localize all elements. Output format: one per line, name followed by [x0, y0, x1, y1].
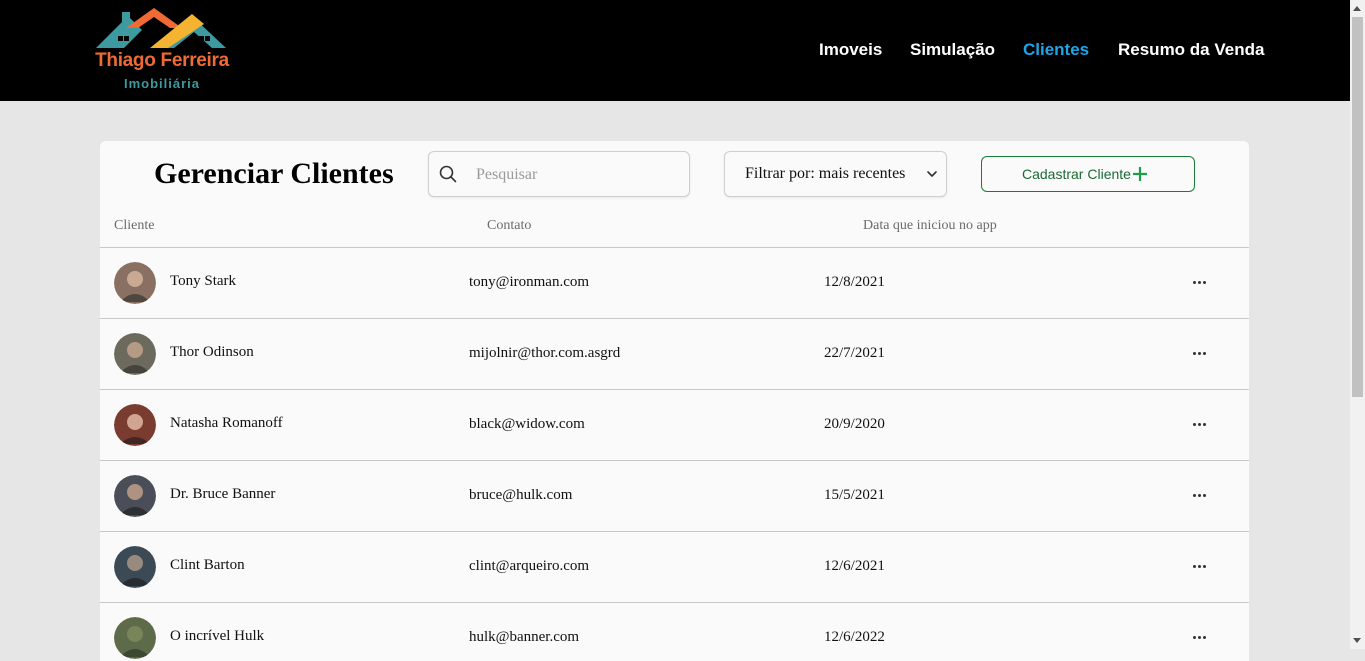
table-row[interactable]: O incrível Hulk hulk@banner.com 12/6/202… — [100, 602, 1249, 661]
column-header-client: Cliente — [114, 218, 155, 233]
nav-item-resumo-da-venda[interactable]: Resumo da Venda — [1118, 40, 1264, 60]
client-name: Thor Odinson — [170, 344, 254, 360]
client-date: 15/5/2021 — [824, 487, 885, 503]
client-email: hulk@banner.com — [469, 629, 580, 645]
house-roof-icon — [96, 8, 226, 48]
plus-icon — [1133, 167, 1147, 181]
nav-item-clientes[interactable]: Clientes — [1023, 40, 1089, 60]
top-navbar: Thiago Ferreira Imobiliária Imoveis Simu… — [0, 0, 1350, 101]
client-email: tony@ironman.com — [469, 274, 590, 290]
client-name: Tony Stark — [170, 273, 237, 289]
page-title: Gerenciar Clientes — [154, 157, 394, 190]
more-options-icon[interactable] — [1190, 343, 1210, 363]
avatar — [114, 617, 156, 659]
avatar — [114, 404, 156, 446]
table-row[interactable]: Dr. Bruce Banner bruce@hulk.com 15/5/202… — [100, 460, 1249, 531]
client-date: 22/7/2021 — [824, 345, 885, 361]
client-name: Clint Barton — [170, 557, 245, 573]
scroll-up-arrow-icon[interactable] — [1353, 6, 1361, 11]
nav-item-simulacao[interactable]: Simulação — [910, 40, 995, 60]
client-date: 12/6/2021 — [824, 558, 885, 574]
search-input[interactable] — [474, 163, 678, 187]
more-options-icon[interactable] — [1190, 272, 1210, 292]
client-email: clint@arqueiro.com — [469, 558, 590, 574]
vertical-scrollbar[interactable] — [1350, 0, 1365, 649]
client-date: 12/6/2022 — [824, 629, 885, 645]
client-email: bruce@hulk.com — [469, 487, 573, 503]
client-name: O incrível Hulk — [170, 628, 265, 644]
client-date: 12/8/2021 — [824, 274, 885, 290]
table-row[interactable]: Clint Barton clint@arqueiro.com 12/6/202… — [100, 531, 1249, 602]
avatar — [114, 475, 156, 517]
chevron-down-icon — [927, 171, 937, 177]
scrollbar-thumb[interactable] — [1352, 17, 1363, 397]
more-options-icon[interactable] — [1190, 556, 1210, 576]
search-icon — [439, 165, 457, 183]
avatar — [114, 546, 156, 588]
add-client-button[interactable]: Cadastrar Cliente — [981, 156, 1195, 192]
clients-card: Gerenciar Clientes Filtrar por: mais rec… — [100, 141, 1249, 661]
column-header-date: Data que iniciou no app — [863, 218, 997, 233]
avatar — [114, 262, 156, 304]
brand-name: Thiago Ferreira — [95, 50, 229, 71]
nav-item-imoveis[interactable]: Imoveis — [819, 40, 882, 60]
brand-subtitle: Imobiliária — [123, 76, 201, 91]
brand-logo[interactable]: Thiago Ferreira Imobiliária — [94, 8, 234, 94]
avatar — [114, 333, 156, 375]
more-options-icon[interactable] — [1190, 627, 1210, 647]
client-name: Natasha Romanoff — [170, 415, 283, 431]
table-row[interactable]: Thor Odinson mijolnir@thor.com.asgrd 22/… — [100, 318, 1249, 389]
filter-label: Filtrar por: mais recentes — [745, 165, 906, 182]
clients-table: Tony Stark tony@ironman.com 12/8/2021 Th… — [100, 247, 1249, 661]
client-email: mijolnir@thor.com.asgrd — [469, 345, 621, 361]
table-row[interactable]: Tony Stark tony@ironman.com 12/8/2021 — [100, 247, 1249, 318]
client-date: 20/9/2020 — [824, 416, 885, 432]
add-client-label: Cadastrar Cliente — [1022, 166, 1131, 182]
table-row[interactable]: Natasha Romanoff black@widow.com 20/9/20… — [100, 389, 1249, 460]
more-options-icon[interactable] — [1190, 485, 1210, 505]
client-name: Dr. Bruce Banner — [170, 486, 276, 502]
more-options-icon[interactable] — [1190, 414, 1210, 434]
filter-select[interactable]: Filtrar por: mais recentes — [724, 151, 947, 197]
client-email: black@widow.com — [469, 416, 585, 432]
scroll-down-arrow-icon[interactable] — [1353, 638, 1361, 643]
search-box[interactable] — [428, 151, 690, 197]
column-header-contact: Contato — [487, 218, 532, 233]
